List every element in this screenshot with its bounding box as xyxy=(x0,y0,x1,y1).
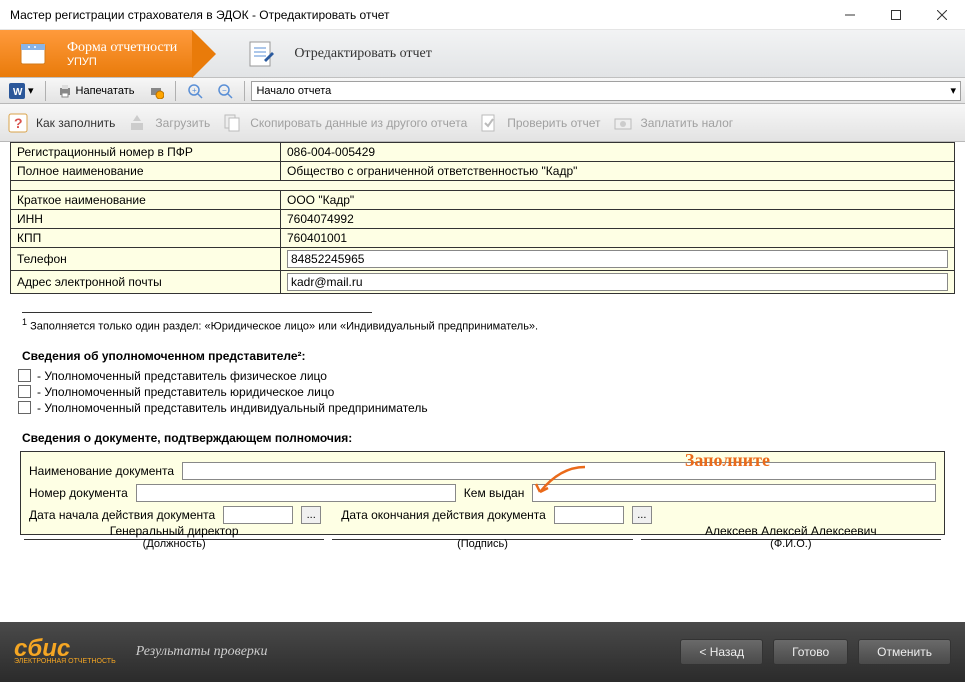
sign-fio: Алексеев Алексей Алексеевич xyxy=(637,524,945,538)
check-icon xyxy=(477,111,501,135)
back-button[interactable]: < Назад xyxy=(680,639,763,665)
doc-section-title: Сведения о документе, подтверждающем пол… xyxy=(22,431,955,445)
wizard-step-1[interactable]: Форма отчетности УПУП xyxy=(0,30,192,77)
sign-position-sub: (Должность) xyxy=(20,538,328,550)
rep-section-title: Сведения об уполномоченном представителе… xyxy=(22,349,955,363)
svg-text:?: ? xyxy=(14,115,23,131)
shortname-label: Краткое наименование xyxy=(11,191,281,210)
svg-text:−: − xyxy=(222,86,227,95)
docname-input[interactable] xyxy=(182,462,936,480)
kpp-label: КПП xyxy=(11,229,281,248)
pay-tax-button[interactable]: Заплатить налог xyxy=(611,111,734,135)
zoom-out-button[interactable]: − xyxy=(212,80,238,102)
window-title: Мастер регистрации страхователя в ЭДОК -… xyxy=(10,8,827,22)
wizard-step1-title: Форма отчетности xyxy=(67,40,177,56)
sign-signature-sub: (Подпись) xyxy=(328,538,636,550)
print-button[interactable]: Напечатать xyxy=(52,80,140,102)
sign-fio-sub: (Ф.И.О.) xyxy=(637,538,945,550)
title-bar: Мастер регистрации страхователя в ЭДОК -… xyxy=(0,0,965,30)
startdate-picker-button[interactable]: ... xyxy=(301,506,321,524)
inn-value[interactable]: 7604074992 xyxy=(281,210,955,229)
fullname-label: Полное наименование xyxy=(11,162,281,181)
phone-label: Телефон xyxy=(11,248,281,271)
form-icon xyxy=(15,34,55,74)
enddate-picker-button[interactable]: ... xyxy=(632,506,652,524)
rep-chk-legal[interactable] xyxy=(18,385,31,398)
copy-data-button[interactable]: Скопировать данные из другого отчета xyxy=(220,111,467,135)
window-controls xyxy=(827,0,965,30)
close-button[interactable] xyxy=(919,0,965,30)
footer-status: Результаты проверки xyxy=(136,644,671,660)
issued-input[interactable] xyxy=(532,484,936,502)
copy-icon xyxy=(220,111,244,135)
howto-button[interactable]: ? Как заполнить xyxy=(6,111,115,135)
annotation-fill: Заполните xyxy=(685,450,770,471)
reg-value[interactable]: 086-004-005429 xyxy=(281,143,955,162)
startdate-input[interactable] xyxy=(223,506,293,524)
docnum-input[interactable] xyxy=(136,484,456,502)
wizard-step1-sub: УПУП xyxy=(67,56,177,68)
email-label: Адрес электронной почты xyxy=(11,271,281,294)
svg-text:W: W xyxy=(13,87,23,98)
print-settings-button[interactable] xyxy=(143,80,169,102)
issued-label: Кем выдан xyxy=(464,486,525,500)
reg-label: Регистрационный номер в ПФР xyxy=(11,143,281,162)
cancel-button[interactable]: Отменить xyxy=(858,639,951,665)
document-area: Регистрационный номер в ПФР086-004-00542… xyxy=(0,142,965,610)
sign-position: Генеральный директор xyxy=(20,524,328,538)
help-icon: ? xyxy=(6,111,30,135)
ready-button[interactable]: Готово xyxy=(773,639,848,665)
startdate-label: Дата начала действия документа xyxy=(29,508,215,522)
phone-input[interactable] xyxy=(287,250,948,268)
signature-row: Генеральный директор (Должность) (Подпис… xyxy=(20,539,945,550)
docnum-label: Номер документа xyxy=(29,486,128,500)
enddate-label: Дата окончания действия документа xyxy=(341,508,546,522)
doc-info-box: Наименование документа Номер документа К… xyxy=(20,451,945,535)
wizard-step-2[interactable]: Отредактировать отчет xyxy=(192,30,447,77)
wizard-header: Форма отчетности УПУП Отредактировать от… xyxy=(0,30,965,78)
minimize-button[interactable] xyxy=(827,0,873,30)
upload-icon xyxy=(125,111,149,135)
edit-icon xyxy=(242,34,282,74)
section-select[interactable]: Начало отчета▾ xyxy=(251,81,961,101)
rep-chk-physical[interactable] xyxy=(18,369,31,382)
email-input[interactable] xyxy=(287,273,948,291)
logo: сбис ЭЛЕКТРОННАЯ ОТЧЕТНОСТЬ xyxy=(14,639,116,665)
maximize-button[interactable] xyxy=(873,0,919,30)
chevron-down-icon: ▾ xyxy=(950,84,956,97)
fullname-value[interactable]: Общество с ограниченной ответственностью… xyxy=(281,162,955,181)
rep-opt1: - Уполномоченный представитель физическо… xyxy=(37,369,327,383)
shortname-value[interactable]: ООО "Кадр" xyxy=(281,191,955,210)
inn-label: ИНН xyxy=(11,210,281,229)
money-icon xyxy=(611,111,635,135)
svg-text:+: + xyxy=(192,86,197,95)
wizard-step2-title: Отредактировать отчет xyxy=(294,46,432,62)
enddate-input[interactable] xyxy=(554,506,624,524)
footer-bar: сбис ЭЛЕКТРОННАЯ ОТЧЕТНОСТЬ Результаты п… xyxy=(0,622,965,682)
kpp-value[interactable]: 760401001 xyxy=(281,229,955,248)
toolbar-actions: ? Как заполнить Загрузить Скопировать да… xyxy=(0,104,965,142)
toolbar-format: W▾ Напечатать + − Начало отчета▾ xyxy=(0,78,965,104)
zoom-in-button[interactable]: + xyxy=(182,80,208,102)
rep-opt3: - Уполномоченный представитель индивидуа… xyxy=(37,401,428,415)
load-button[interactable]: Загрузить xyxy=(125,111,210,135)
word-export-button[interactable]: W▾ xyxy=(4,80,39,102)
rep-chk-ip[interactable] xyxy=(18,401,31,414)
check-report-button[interactable]: Проверить отчет xyxy=(477,111,600,135)
rep-opt2: - Уполномоченный представитель юридическ… xyxy=(37,385,334,399)
org-data-table: Регистрационный номер в ПФР086-004-00542… xyxy=(10,142,955,294)
docname-label: Наименование документа xyxy=(29,464,174,478)
footnote-1: 1 Заполняется только один раздел: «Юриди… xyxy=(22,317,955,333)
